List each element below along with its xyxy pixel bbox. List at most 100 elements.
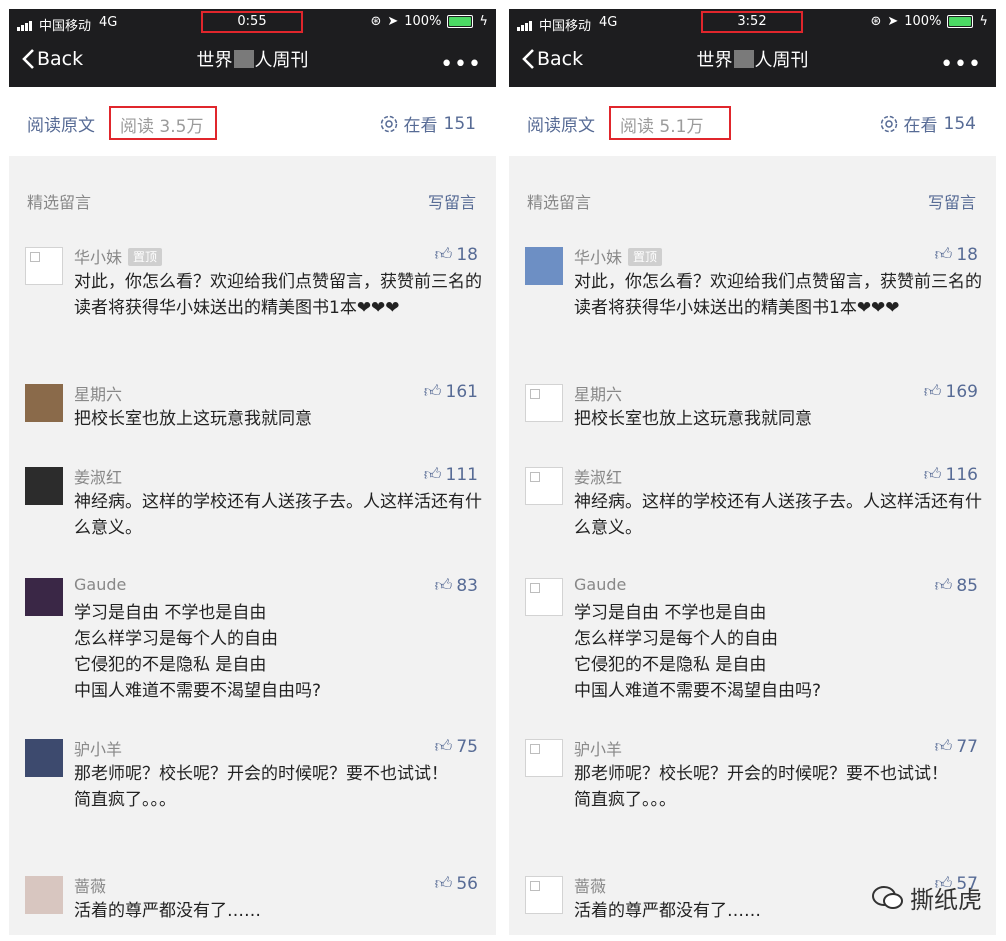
like-count: 161 (445, 381, 478, 402)
comment-text: 对此，你怎么看？欢迎给我们点赞留言，获赞前三名的读者将获得华小妹送出的精美图书1… (74, 272, 482, 318)
screenshot-left: 中国移动 4G 0:55 ⊛ ➤ 100% ϟ Back 世界 人周刊 ••• 阅… (9, 9, 496, 935)
comment-author: 星期六 (74, 385, 123, 404)
comment-text: 学习是自由 不学也是自由 怎么样学习是每个人的自由 它侵犯的不是隐私 是自由 中… (74, 603, 322, 701)
avatar (525, 384, 563, 422)
page-title: 世界 人周刊 (9, 46, 496, 72)
watching-button[interactable]: 在看 151 (380, 111, 476, 136)
more-menu-icon[interactable]: ••• (440, 52, 482, 77)
watching-label: 在看 (903, 116, 938, 136)
pinned-badge: 置顶 (128, 248, 163, 266)
like-button[interactable]: 👍︎ 111 (423, 464, 478, 486)
clock-highlight: 3:52 (701, 11, 803, 33)
like-count: 169 (945, 381, 978, 402)
wechat-logo-icon (872, 885, 903, 909)
like-count: 85 (956, 575, 978, 596)
nav-bar: Back 世界 人周刊 ••• (9, 37, 496, 87)
redacted-block (233, 50, 254, 68)
article-footer: 阅读原文 阅读 5.1万 在看 154 (509, 87, 996, 156)
charging-icon: ϟ (479, 14, 488, 29)
like-button[interactable]: 👍︎ 85 (934, 575, 978, 597)
status-right: ⊛ ➤ 100% ϟ (370, 14, 488, 29)
thumbs-up-icon: 👍︎ (434, 245, 453, 265)
comment-text: 对此，你怎么看？欢迎给我们点赞留言，获赞前三名的读者将获得华小妹送出的精美图书1… (574, 272, 982, 318)
comment-text: 把校长室也放上这玩意我就同意 (74, 409, 312, 429)
comment-author: 驴小羊 (74, 740, 123, 759)
watermark-text: 撕纸虎 (910, 886, 982, 914)
like-count: 111 (445, 464, 478, 485)
watching-count: 154 (943, 113, 976, 134)
location-icon: ➤ (887, 14, 899, 29)
read-count-highlight: 阅读 5.1万 (609, 106, 731, 140)
comment-author: 蔷薇 (74, 877, 107, 896)
battery-percent: 100% (904, 14, 942, 29)
avatar (25, 247, 63, 285)
comment-author: 星期六 (574, 385, 623, 404)
network-label: 4G (599, 15, 618, 30)
thumbs-up-icon: 👍︎ (423, 465, 442, 485)
comment-author: 姜淑红 (574, 468, 623, 487)
thumbs-up-icon: 👍︎ (923, 382, 942, 402)
title-part-2: 人周刊 (254, 50, 309, 71)
like-button[interactable]: 👍︎ 18 (935, 244, 978, 266)
like-count: 77 (956, 736, 978, 757)
comment-text: 神经病。这样的学校还有人送孩子去。人这样活还有什么意义。 (574, 492, 982, 538)
network-label: 4G (99, 15, 118, 30)
like-count: 116 (945, 464, 978, 485)
like-button[interactable]: 👍︎ 116 (924, 464, 978, 486)
comment-text: 神经病。这样的学校还有人送孩子去。人这样活还有什么意义。 (74, 492, 482, 538)
like-button[interactable]: 👍︎ 75 (435, 736, 478, 758)
avatar (25, 467, 63, 505)
comment-author: Gaude (574, 575, 627, 594)
thumbs-up-icon: 👍︎ (434, 874, 453, 894)
pinned-badge: 置顶 (628, 248, 663, 266)
comment-text: 学习是自由 不学也是自由 怎么样学习是每个人的自由 它侵犯的不是隐私 是自由 中… (574, 603, 822, 701)
watching-label: 在看 (403, 116, 438, 136)
battery-percent: 100% (404, 14, 442, 29)
carrier-label: 中国移动 (539, 19, 592, 34)
avatar (25, 384, 63, 422)
comment-author: 姜淑红 (74, 468, 123, 487)
read-count-highlight: 阅读 3.5万 (109, 106, 217, 140)
carrier-label: 中国移动 (39, 19, 92, 34)
like-button[interactable]: 👍︎ 77 (935, 736, 978, 758)
author-name: 华小妹 (74, 248, 123, 267)
thumbs-up-icon: 👍︎ (934, 576, 953, 596)
comment-author: 华小妹 置顶 (74, 244, 163, 268)
comment-text: 那老师呢？校长呢？开会的时候呢？要不也试试！ 简直疯了。。。 (574, 764, 948, 810)
comment-author: 驴小羊 (574, 740, 623, 759)
avatar (25, 739, 63, 777)
read-original-link[interactable]: 阅读原文 (527, 111, 595, 136)
status-bar: 中国移动 4G 0:55 ⊛ ➤ 100% ϟ (9, 9, 496, 37)
like-button[interactable]: 👍︎ 56 (434, 873, 478, 895)
comment-text: 把校长室也放上这玩意我就同意 (574, 409, 812, 429)
more-menu-icon[interactable]: ••• (940, 52, 982, 77)
comments-title: 精选留言 (527, 193, 592, 212)
comment-text: 那老师呢？校长呢？开会的时候呢？要不也试试！ 简直疯了。。。 (74, 764, 448, 810)
screenshot-right: 中国移动 4G 3:52 ⊛ ➤ 100% ϟ Back 世界 人周刊 ••• 阅… (509, 9, 996, 935)
like-button[interactable]: 👍︎ 18 (434, 244, 478, 266)
flower-icon (380, 115, 397, 132)
title-part-1: 世界 (696, 50, 733, 71)
article-footer: 阅读原文 阅读 3.5万 在看 151 (9, 87, 496, 156)
comment-author: Gaude (74, 575, 127, 594)
status-right: ⊛ ➤ 100% ϟ (870, 14, 988, 29)
watching-button[interactable]: 在看 154 (880, 111, 976, 136)
signal-icon (17, 16, 33, 31)
watching-count: 151 (443, 113, 476, 134)
thumbs-up-icon: 👍︎ (423, 382, 442, 402)
flower-icon (880, 115, 897, 132)
write-comment-link[interactable]: 写留言 (928, 189, 976, 213)
thumbs-up-icon: 👍︎ (434, 576, 453, 596)
write-comment-link[interactable]: 写留言 (428, 189, 476, 213)
like-count: 18 (456, 244, 478, 265)
comment-author: 蔷薇 (574, 877, 607, 896)
avatar (525, 247, 563, 285)
comment-author: 华小妹 置顶 (574, 244, 663, 268)
like-button[interactable]: 👍︎ 169 (923, 381, 978, 403)
like-button[interactable]: 👍︎ 83 (434, 575, 478, 597)
like-count: 56 (456, 873, 478, 894)
location-icon: ➤ (387, 14, 399, 29)
like-button[interactable]: 👍︎ 161 (423, 381, 478, 403)
avatar (525, 876, 563, 914)
read-original-link[interactable]: 阅读原文 (27, 111, 95, 136)
